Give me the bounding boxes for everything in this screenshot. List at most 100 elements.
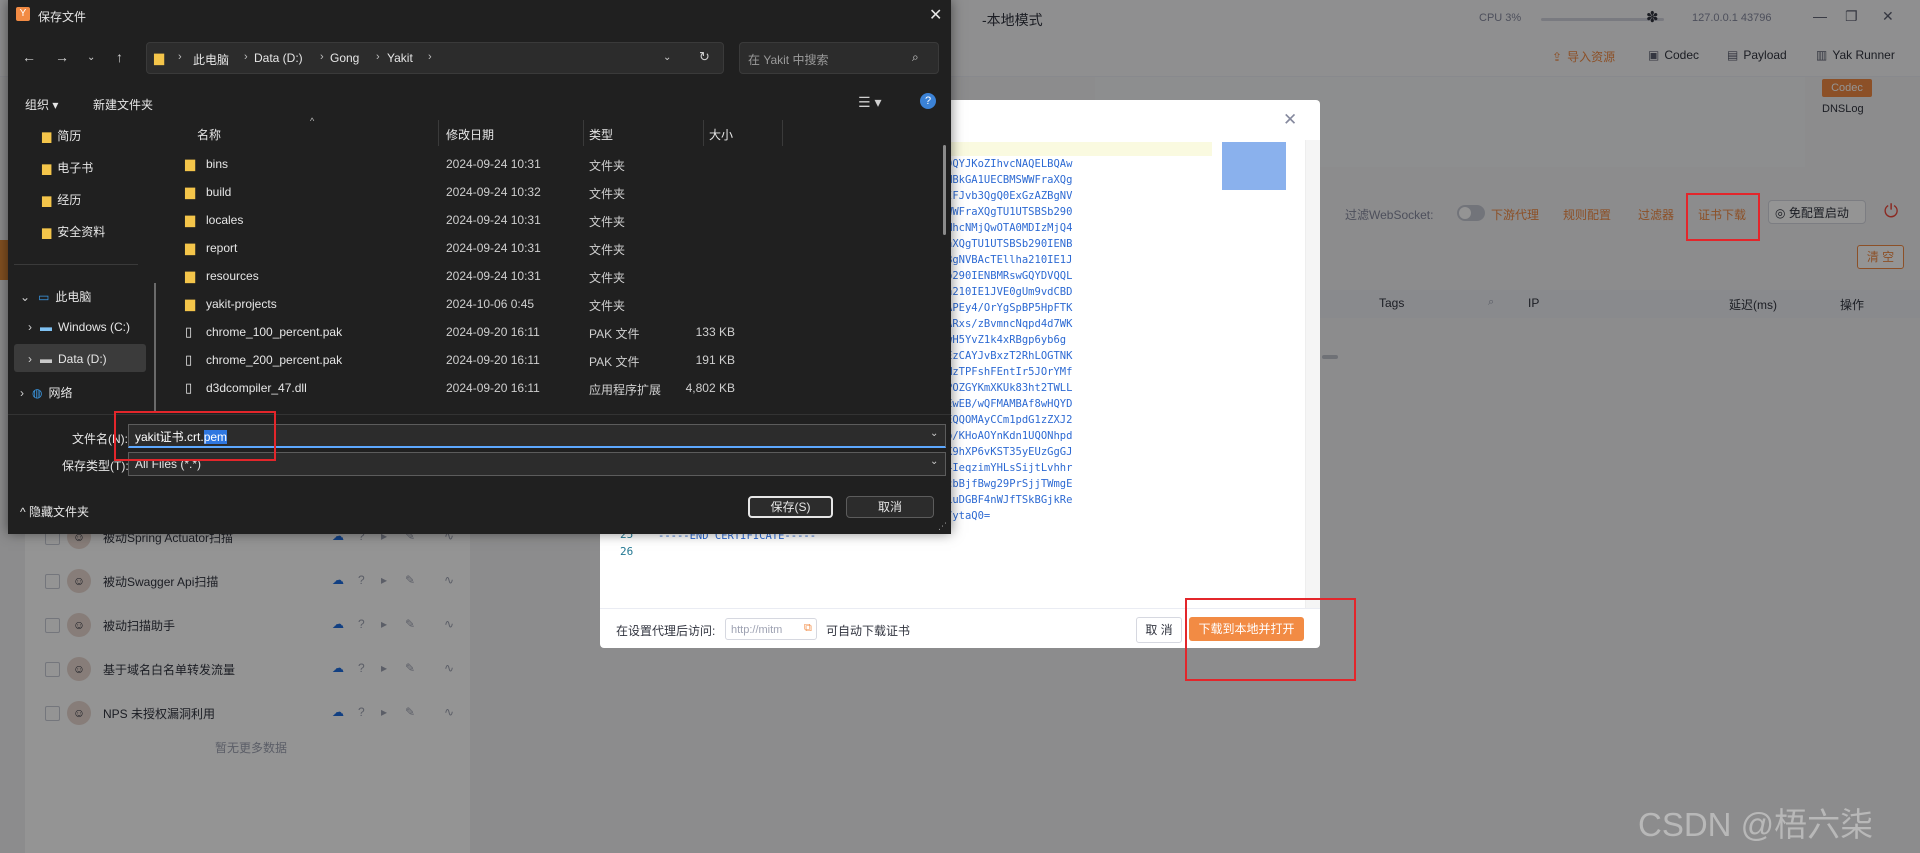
nav-item-drive-d[interactable]: › ▬ Data (D:) (28, 352, 107, 366)
copy-icon[interactable]: ⧉ (804, 622, 812, 635)
folder-icon: ▆ (42, 225, 52, 239)
file-row[interactable]: ▆ yakit-projects 2024-10-06 0:45 文件夹 (166, 290, 936, 318)
nav-item-folder[interactable]: ▆ 安全资料 (42, 223, 105, 240)
address-bar[interactable] (146, 42, 724, 74)
file-row[interactable]: ▆ build 2024-09-24 10:32 文件夹 (166, 178, 936, 206)
nav-item-folder[interactable]: ▆ 电子书 (42, 159, 93, 176)
file-row[interactable]: ▆ bins 2024-09-24 10:31 文件夹 (166, 150, 936, 178)
resize-grip-icon[interactable]: ⋰ (938, 521, 947, 532)
file-row[interactable]: ▯ chrome_200_percent.pak 2024-09-20 16:11 P… (166, 346, 936, 374)
help-icon[interactable]: ? (920, 93, 936, 109)
col-name[interactable]: 名称 (197, 126, 221, 143)
history-dropdown-icon[interactable]: ⌄ (87, 52, 95, 63)
folder-icon: ▆ (42, 129, 52, 143)
breadcrumb-gong[interactable]: Gong (330, 51, 359, 65)
col-separator[interactable] (703, 120, 704, 146)
col-separator[interactable] (438, 120, 439, 146)
organize-menu[interactable]: 组织 ▾ (25, 96, 58, 113)
refresh-icon[interactable]: ↻ (699, 49, 710, 65)
windows-drive-icon: ▬ (40, 320, 52, 334)
auto-download-text: 可自动下载证书 (826, 624, 911, 638)
file-row[interactable]: ▯ d3dcompiler_47.dll 2024-09-20 16:11 应用程序扩… (166, 374, 936, 402)
code-line: wH5YvZ1k4xRBgp6yb6g (946, 334, 1067, 346)
chevron-right-icon: › (28, 320, 32, 334)
code-line: EQQOMAyCCm1pdG1zZXJ2 (946, 414, 1073, 426)
code-line: LuDGBF4nWJfTSkBGjkRe (946, 494, 1073, 506)
nav-item-folder[interactable]: ▆ 经历 (42, 191, 81, 208)
search-placeholder: 在 Yakit 中搜索 (748, 53, 829, 67)
code-line: APEy4/OrYgSpBP5HpFTK (946, 302, 1073, 314)
drive-icon: ▬ (40, 352, 52, 366)
nav-item-this-pc[interactable]: ⌄ ▭ 此电脑 (20, 288, 91, 305)
col-separator[interactable] (782, 120, 783, 146)
file-row[interactable]: ▯ chrome_100_percent.pak 2024-09-20 16:11 P… (166, 318, 936, 346)
code-line: 7ytaQ0= (946, 510, 991, 522)
code-line: cbBjfBwg29PrSjjTWmgE (946, 478, 1073, 490)
up-icon[interactable]: ↑ (116, 49, 123, 65)
view-options-icon[interactable]: ☰ ▾ (858, 94, 881, 111)
code-minimap[interactable] (1222, 142, 1286, 190)
folder-icon: ▆ (185, 212, 195, 227)
nav-item-drive-c[interactable]: › ▬ Windows (C:) (28, 320, 130, 334)
cancel-button[interactable]: 取消 (846, 496, 934, 518)
sort-ascending-icon: ^ (310, 116, 315, 126)
nav-item-network[interactable]: › ◍ 网络 (20, 384, 73, 401)
breadcrumb-data-d[interactable]: Data (D:) (254, 51, 303, 65)
file-row[interactable]: ▆ report 2024-09-24 10:31 文件夹 (166, 234, 936, 262)
watermark: CSDN @梧六柒 (1638, 806, 1874, 843)
network-icon: ◍ (32, 386, 43, 400)
file-list-scrollbar[interactable] (943, 145, 946, 235)
computer-icon: ▭ (38, 290, 50, 304)
dialog-titlebar (8, 0, 951, 31)
breadcrumb-separator: › (376, 51, 380, 63)
cancel-button[interactable]: 取 消 (1136, 617, 1182, 643)
breadcrumb-separator: › (320, 51, 324, 63)
folder-icon: ▆ (185, 268, 195, 283)
annotation-box (1185, 598, 1356, 681)
close-icon[interactable]: ✕ (1283, 110, 1297, 130)
chevron-down-icon[interactable]: ⌄ (930, 456, 938, 467)
folder-icon: ▆ (42, 161, 52, 175)
code-line: ARxs/zBvmncNqpd4d7WK (946, 318, 1073, 330)
address-dropdown-icon[interactable]: ⌄ (663, 52, 671, 63)
proxy-hint-text: 在设置代理后访问: (616, 624, 716, 638)
breadcrumb-separator: › (244, 51, 248, 63)
save-button[interactable]: 保存(S) (748, 496, 833, 518)
chevron-right-icon: › (20, 386, 24, 400)
back-icon[interactable]: ← (22, 49, 36, 65)
search-icon[interactable]: ⌕ (912, 50, 919, 65)
folder-icon: ▆ (185, 296, 195, 311)
forward-icon[interactable]: → (55, 49, 69, 65)
code-line: EzCAYJvBxzT2RhLOGTNK (946, 350, 1073, 362)
nav-scrollbar[interactable] (154, 283, 156, 413)
code-line: aXQgTU1UTSBSb290IENB (946, 238, 1073, 250)
file-row[interactable]: ▆ locales 2024-09-24 10:31 文件夹 (166, 206, 936, 234)
breadcrumb-yakit[interactable]: Yakit (387, 51, 413, 65)
annotation-box (1686, 193, 1760, 241)
code-line: WWFraXQgTU1UTSBSb290 (946, 206, 1073, 218)
col-separator[interactable] (583, 120, 584, 146)
code-line: POZGYKmXKUk83ht2TWLL (946, 382, 1073, 394)
new-folder-button[interactable]: 新建文件夹 (93, 96, 153, 113)
annotation-box (114, 411, 276, 461)
col-date[interactable]: 修改日期 (446, 126, 494, 143)
dialog-title: 保存文件 (38, 10, 87, 24)
close-icon[interactable]: ✕ (929, 5, 942, 25)
breadcrumb-separator: › (428, 51, 432, 63)
nav-item-folder[interactable]: ▆ 简历 (42, 127, 81, 144)
hide-folders-toggle[interactable]: ^ 隐藏文件夹 (20, 503, 89, 520)
code-line: MzTPFshFEntIr5JOrYMf (946, 366, 1073, 378)
code-line: BgNVBAcTEllha210IE1J (946, 254, 1073, 266)
chevron-down-icon[interactable]: ⌄ (930, 428, 938, 439)
folder-icon: ▆ (154, 50, 164, 65)
col-size[interactable]: 大小 (709, 126, 733, 143)
file-icon: ▯ (185, 324, 193, 339)
code-scrollbar[interactable] (1305, 140, 1320, 608)
line-number: 26 (620, 545, 634, 558)
code-line: b290IENBMRswGQYDVQQL (946, 270, 1073, 282)
folder-icon: ▆ (42, 193, 52, 207)
chevron-right-icon: › (28, 352, 32, 366)
col-type[interactable]: 类型 (589, 126, 613, 143)
file-row[interactable]: ▆ resources 2024-09-24 10:31 文件夹 (166, 262, 936, 290)
breadcrumb-this-pc[interactable]: 此电脑 (193, 51, 229, 68)
